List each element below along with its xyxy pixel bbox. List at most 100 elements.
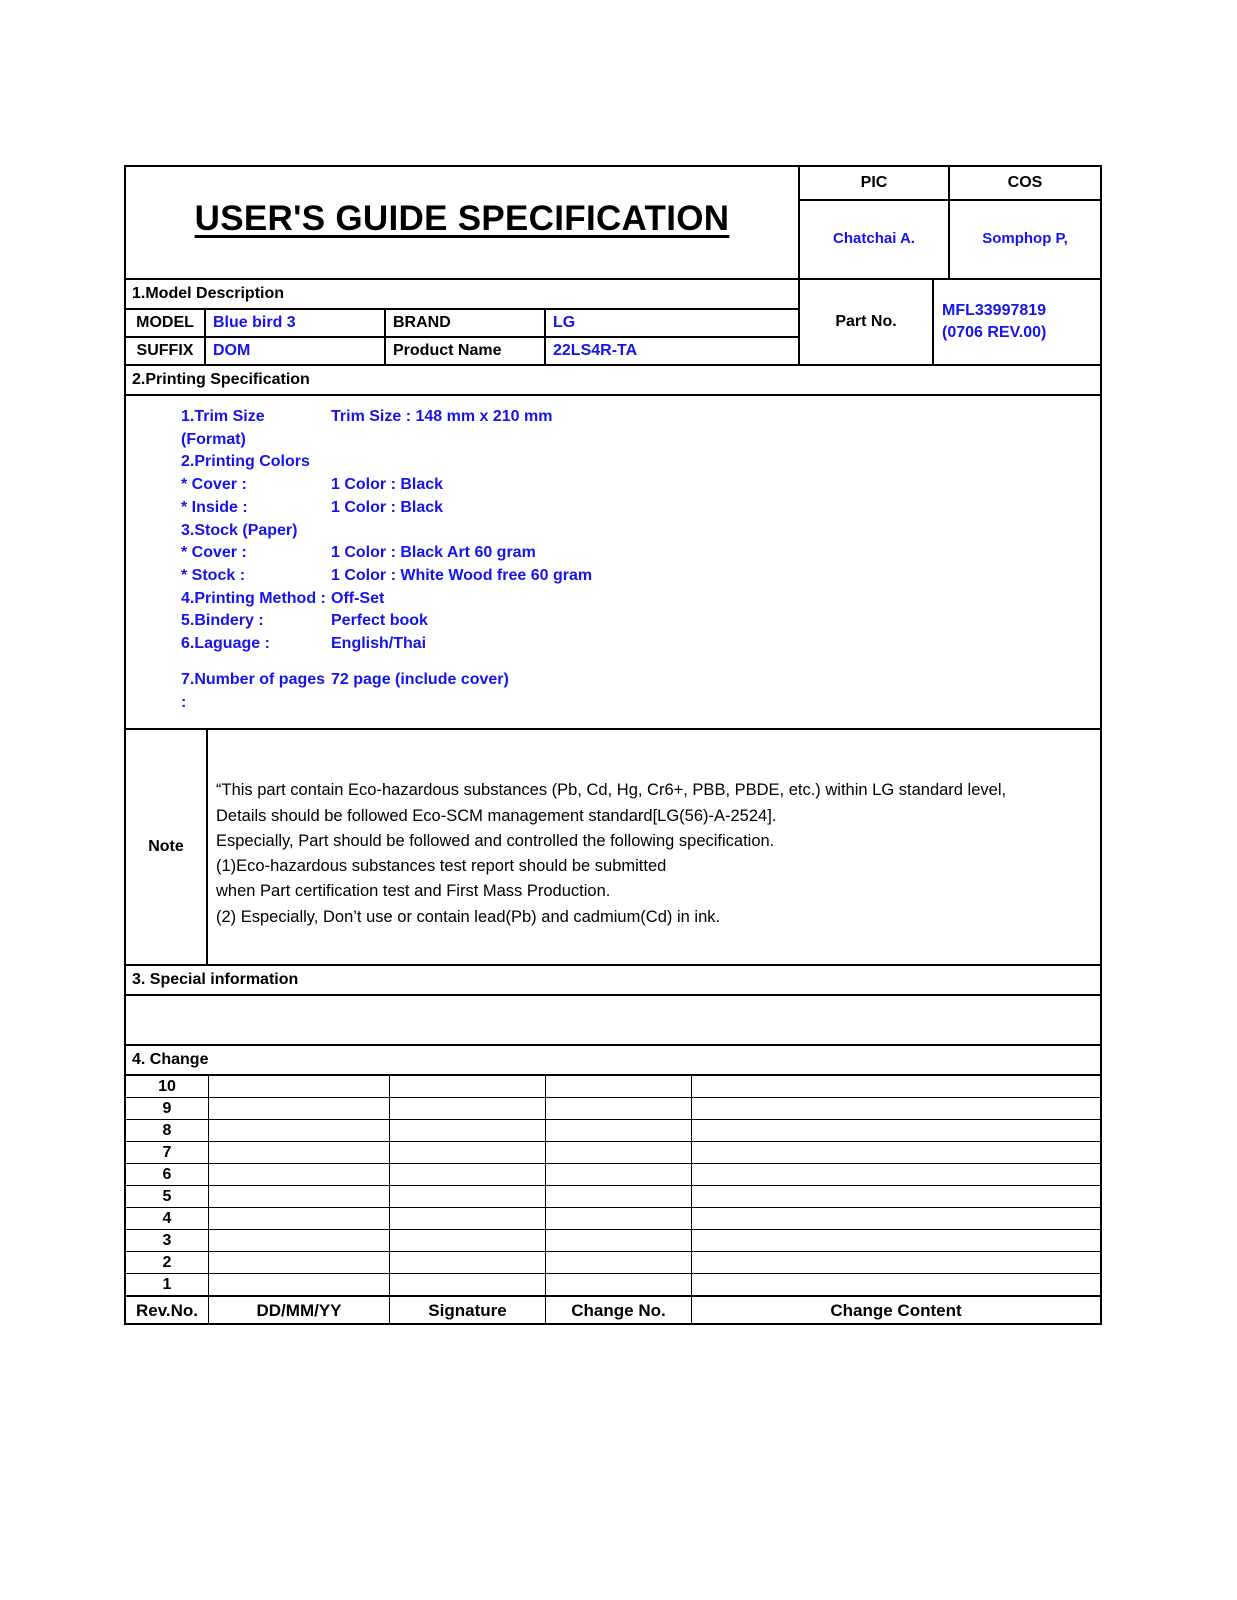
spec-value: 1 Color : Black Art 60 gram: [331, 544, 536, 562]
cell-date[interactable]: [208, 1229, 390, 1253]
cell-change-content[interactable]: [691, 1076, 1100, 1099]
cell-change-content[interactable]: [691, 1185, 1100, 1209]
note-block: Note “This part contain Eco-hazardous su…: [126, 730, 1100, 967]
footer-rev-no: Rev.No.: [126, 1295, 209, 1324]
brand-label: BRAND: [386, 310, 546, 336]
cell-date[interactable]: [208, 1273, 390, 1297]
cell-change-no[interactable]: [545, 1185, 692, 1209]
spec-value: [331, 520, 1100, 543]
spec-value: Off-Set: [331, 589, 385, 607]
spec-key: 3.Stock (Paper): [181, 521, 298, 539]
page-title: USER'S GUIDE SPECIFICATION: [194, 198, 730, 238]
cell-signature[interactable]: [389, 1273, 546, 1297]
spec-key: 7.Number of pages :: [181, 670, 326, 711]
spec-key: 6.Laguage :: [181, 635, 270, 653]
model-row: MODEL Blue bird 3 BRAND LG: [126, 310, 798, 338]
cell-change-no[interactable]: [545, 1119, 692, 1143]
product-name-label: Product Name: [386, 338, 546, 364]
cell-date[interactable]: [208, 1119, 390, 1143]
change-section-title: 4. Change: [126, 1046, 1100, 1077]
spec-key: * Inside :: [181, 498, 248, 516]
cell-change-content[interactable]: [691, 1097, 1100, 1121]
row-number: 1: [126, 1273, 209, 1297]
cell-signature[interactable]: [389, 1229, 546, 1253]
form-header: USER'S GUIDE SPECIFICATION PIC COS Chatc…: [126, 167, 1100, 280]
table-row: 7: [126, 1141, 1100, 1165]
cell-change-content[interactable]: [691, 1141, 1100, 1165]
cell-signature[interactable]: [389, 1163, 546, 1187]
spec-line: * Cover : 1 Color : Black Art 60 gram: [126, 542, 1100, 565]
row-number: 3: [126, 1229, 209, 1253]
spec-line: * Inside : 1 Color : Black: [126, 497, 1100, 520]
cell-change-no[interactable]: [545, 1076, 692, 1099]
cell-signature[interactable]: [389, 1251, 546, 1275]
special-information-title: 3. Special information: [126, 966, 1100, 997]
brand-value: LG: [553, 314, 576, 331]
printing-spec-title: 2.Printing Specification: [126, 366, 1100, 396]
suffix-label: SUFFIX: [126, 338, 206, 364]
row-number: 4: [126, 1207, 209, 1231]
cell-signature[interactable]: [389, 1076, 546, 1099]
cell-change-content[interactable]: [691, 1229, 1100, 1253]
table-row: 5: [126, 1185, 1100, 1209]
note-line: (2) Especially, Don’t use or contain lea…: [216, 907, 721, 926]
spec-value: 1 Color : Black: [331, 498, 444, 516]
cell-date[interactable]: [208, 1185, 390, 1209]
title-cell: USER'S GUIDE SPECIFICATION: [126, 167, 800, 278]
spec-key: * Cover :: [181, 544, 247, 562]
cell-signature[interactable]: [389, 1097, 546, 1121]
suffix-value: DOM: [206, 338, 386, 364]
cell-change-content[interactable]: [691, 1119, 1100, 1143]
cell-date[interactable]: [208, 1141, 390, 1165]
row-number: 8: [126, 1119, 209, 1143]
cos-name: Somphop P,: [982, 230, 1068, 247]
cell-date[interactable]: [208, 1207, 390, 1231]
cell-signature[interactable]: [389, 1185, 546, 1209]
cell-change-no[interactable]: [545, 1163, 692, 1187]
cell-change-content[interactable]: [691, 1207, 1100, 1231]
spec-line: 6.Laguage : English/Thai: [126, 633, 1100, 656]
table-row: 9: [126, 1097, 1100, 1121]
cell-change-content[interactable]: [691, 1251, 1100, 1275]
cell-date[interactable]: [208, 1097, 390, 1121]
cos-header: COS: [1007, 174, 1043, 191]
cell-signature[interactable]: [389, 1141, 546, 1165]
cell-signature[interactable]: [389, 1207, 546, 1231]
cell-change-no[interactable]: [545, 1097, 692, 1121]
cell-change-no[interactable]: [545, 1229, 692, 1253]
spec-key: 1.Trim Size (Format): [181, 408, 265, 448]
spec-value: 1 Color : White Wood free 60 gram: [331, 567, 593, 585]
model-description-title: 1.Model Description: [126, 280, 798, 310]
spec-key: 2.Printing Colors: [181, 453, 310, 471]
spec-value: Trim Size : 148 mm x 210 mm: [331, 408, 553, 425]
spec-line: 2.Printing Colors: [126, 451, 1100, 474]
note-line: “This part contain Eco-hazardous substan…: [216, 781, 1007, 800]
table-row: 10: [126, 1076, 1100, 1099]
model-label: MODEL: [126, 310, 206, 336]
cell-date[interactable]: [208, 1076, 390, 1099]
table-row: 2: [126, 1251, 1100, 1275]
spec-value: [331, 451, 1100, 474]
cell-change-no[interactable]: [545, 1207, 692, 1231]
spec-key: 5.Bindery :: [181, 612, 264, 630]
cell-change-no[interactable]: [545, 1141, 692, 1165]
note-line: Details should be followed Eco-SCM manag…: [216, 806, 777, 825]
note-label: Note: [126, 730, 208, 965]
pic-header: PIC: [800, 167, 950, 199]
part-no-number: MFL33997819: [942, 301, 1047, 319]
spec-value: 72 page (include cover): [331, 670, 509, 688]
cell-change-no[interactable]: [545, 1273, 692, 1297]
cell-date[interactable]: [208, 1251, 390, 1275]
cell-change-no[interactable]: [545, 1251, 692, 1275]
cell-change-content[interactable]: [691, 1163, 1100, 1187]
note-line: (1)Eco-hazardous substances test report …: [216, 857, 667, 876]
cell-change-content[interactable]: [691, 1273, 1100, 1297]
spec-value: 1 Color : Black: [331, 476, 444, 494]
change-table-body: 10 9 8 7 6 5 4 3 2 1 Rev.No. DD/MM/YY Si…: [126, 1076, 1100, 1324]
spec-line: 5.Bindery : Perfect book: [126, 610, 1100, 633]
footer-date: DD/MM/YY: [208, 1295, 390, 1324]
part-no-revision: (0706 REV.00): [942, 324, 1047, 341]
approval-name-row: Chatchai A. Somphop P,: [800, 201, 1100, 278]
cell-date[interactable]: [208, 1163, 390, 1187]
cell-signature[interactable]: [389, 1119, 546, 1143]
